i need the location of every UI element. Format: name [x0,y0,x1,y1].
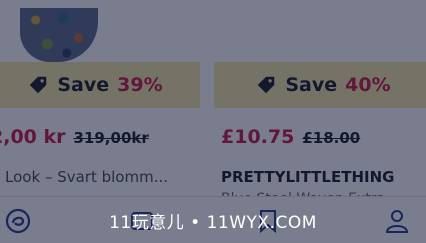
price-row: 2,00 kr 319,00kr [0,126,149,148]
save-percent: 40% [345,74,391,96]
save-label: Save [57,74,110,96]
tag-icon [255,74,277,96]
original-price: 319,00kr [73,129,149,147]
product-card-right[interactable]: Save 40% £10.75 £18.00 PRETTYLITTLETHING… [214,8,426,208]
product-card-left[interactable]: Save 39% 2,00 kr 319,00kr w Look – Svart… [0,8,200,208]
save-percent: 39% [117,74,163,96]
sale-price: £10.75 [221,126,295,148]
save-banner: Save 39% [0,62,200,108]
top-strip [0,0,426,8]
sale-price: 2,00 kr [0,126,66,148]
product-title: w Look – Svart blomm... [0,168,169,186]
original-price: £18.00 [302,129,361,147]
product-brand: PRETTYLITTLETHING [221,168,395,186]
tag-icon [27,74,49,96]
save-banner: Save 40% [214,62,426,108]
save-label: Save [285,74,338,96]
product-image[interactable] [20,8,98,62]
screen: Save 39% 2,00 kr 319,00kr w Look – Svart… [0,0,426,243]
price-row: £10.75 £18.00 [221,126,360,148]
watermark: 11玩意儿 • 11WYX.COM [109,213,317,233]
